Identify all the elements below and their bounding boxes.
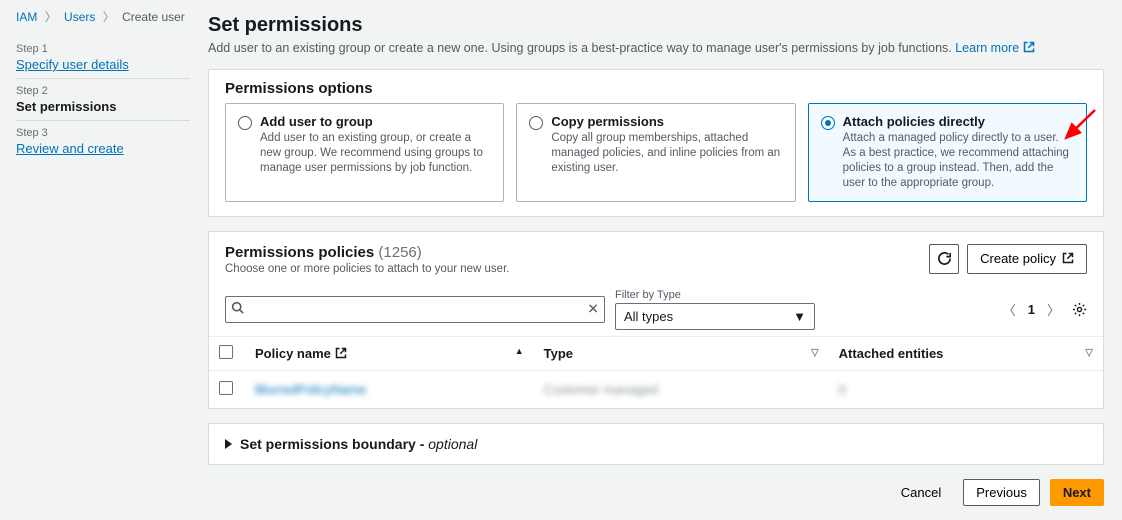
external-link-icon	[335, 346, 347, 361]
select-all-checkbox[interactable]	[219, 345, 233, 359]
step-name: Specify user details	[16, 57, 190, 72]
option-copy-permissions[interactable]: Copy permissions Copy all group membersh…	[516, 103, 795, 202]
previous-button[interactable]: Previous	[963, 479, 1040, 506]
row-checkbox[interactable]	[219, 381, 233, 395]
radio-icon	[529, 116, 543, 130]
page-number: 1	[1028, 302, 1035, 317]
caret-right-icon	[225, 439, 232, 449]
policy-search-input[interactable]	[225, 296, 605, 323]
refresh-button[interactable]	[929, 244, 959, 274]
column-type[interactable]: Type ▽	[534, 336, 829, 370]
wizard-step-3[interactable]: Step 3 Review and create	[16, 121, 190, 162]
radio-icon	[238, 116, 252, 130]
cancel-button[interactable]: Cancel	[889, 479, 953, 506]
sort-asc-icon: ▲	[515, 346, 524, 356]
policies-table: Policy name ▲ Type ▽ Attached entities ▽	[209, 336, 1103, 408]
external-link-icon	[1023, 41, 1035, 55]
breadcrumb-users[interactable]: Users	[64, 10, 95, 24]
refresh-icon	[937, 251, 952, 266]
option-title: Copy permissions	[551, 114, 782, 129]
filter-icon[interactable]: ▽	[811, 348, 819, 359]
table-settings-button[interactable]	[1072, 302, 1087, 317]
caret-down-icon: ▼	[793, 309, 806, 324]
filter-type-label: Filter by Type	[615, 289, 815, 301]
column-attached-entities[interactable]: Attached entities ▽	[829, 336, 1103, 370]
page-next-button[interactable]: 〉	[1043, 298, 1064, 321]
gear-icon	[1072, 302, 1087, 317]
step-label: Step 2	[16, 85, 190, 97]
clear-search-icon[interactable]: ✕	[587, 301, 599, 318]
breadcrumb-current: Create user	[122, 10, 185, 24]
step-name: Set permissions	[16, 99, 190, 114]
page-title: Set permissions	[208, 14, 1104, 37]
policies-count: (1256)	[378, 244, 421, 261]
step-label: Step 1	[16, 43, 190, 55]
chevron-right-icon: 〉	[45, 10, 57, 24]
column-policy-name[interactable]: Policy name ▲	[245, 336, 534, 370]
option-attach-policies-directly[interactable]: Attach policies directly Attach a manage…	[808, 103, 1087, 202]
policies-title: Permissions policies (1256)	[225, 244, 422, 261]
option-desc: Add user to an existing group, or create…	[260, 131, 491, 176]
external-link-icon	[1062, 251, 1074, 266]
policy-entities: 0	[839, 382, 846, 397]
panel-title: Permissions options	[209, 70, 1103, 103]
policies-subtitle: Choose one or more policies to attach to…	[225, 263, 509, 275]
wizard-step-1[interactable]: Step 1 Specify user details	[16, 37, 190, 79]
table-row[interactable]: BlurredPolicyName Customer managed 0	[209, 370, 1103, 408]
chevron-right-icon: 〉	[103, 10, 115, 24]
option-title: Add user to group	[260, 114, 491, 129]
breadcrumb: IAM 〉 Users 〉 Create user	[16, 8, 200, 25]
policy-type: Customer managed	[544, 382, 658, 397]
filter-type-select[interactable]: All types ▼	[615, 303, 815, 330]
filter-icon[interactable]: ▽	[1085, 348, 1093, 359]
option-add-to-group[interactable]: Add user to group Add user to an existin…	[225, 103, 504, 202]
step-name: Review and create	[16, 141, 190, 156]
wizard-step-2: Step 2 Set permissions	[16, 79, 190, 121]
create-policy-button[interactable]: Create policy	[967, 244, 1087, 274]
next-button[interactable]: Next	[1050, 479, 1104, 506]
option-desc: Attach a managed policy directly to a us…	[843, 131, 1074, 191]
radio-icon	[821, 116, 835, 130]
permissions-policies-panel: Permissions policies (1256) Choose one o…	[208, 231, 1104, 409]
option-desc: Copy all group memberships, attached man…	[551, 131, 782, 176]
policy-name-link[interactable]: BlurredPolicyName	[255, 382, 366, 397]
page-prev-button[interactable]: 〈	[999, 298, 1020, 321]
learn-more-link[interactable]: Learn more	[955, 41, 1034, 55]
permissions-options-panel: Permissions options Add user to group Ad…	[208, 69, 1104, 217]
step-label: Step 3	[16, 127, 190, 139]
option-title: Attach policies directly	[843, 114, 1074, 129]
page-subtitle: Add user to an existing group or create …	[208, 41, 1104, 55]
breadcrumb-iam[interactable]: IAM	[16, 10, 37, 24]
search-icon	[231, 301, 244, 317]
permissions-boundary-panel[interactable]: Set permissions boundary - optional	[208, 423, 1104, 465]
